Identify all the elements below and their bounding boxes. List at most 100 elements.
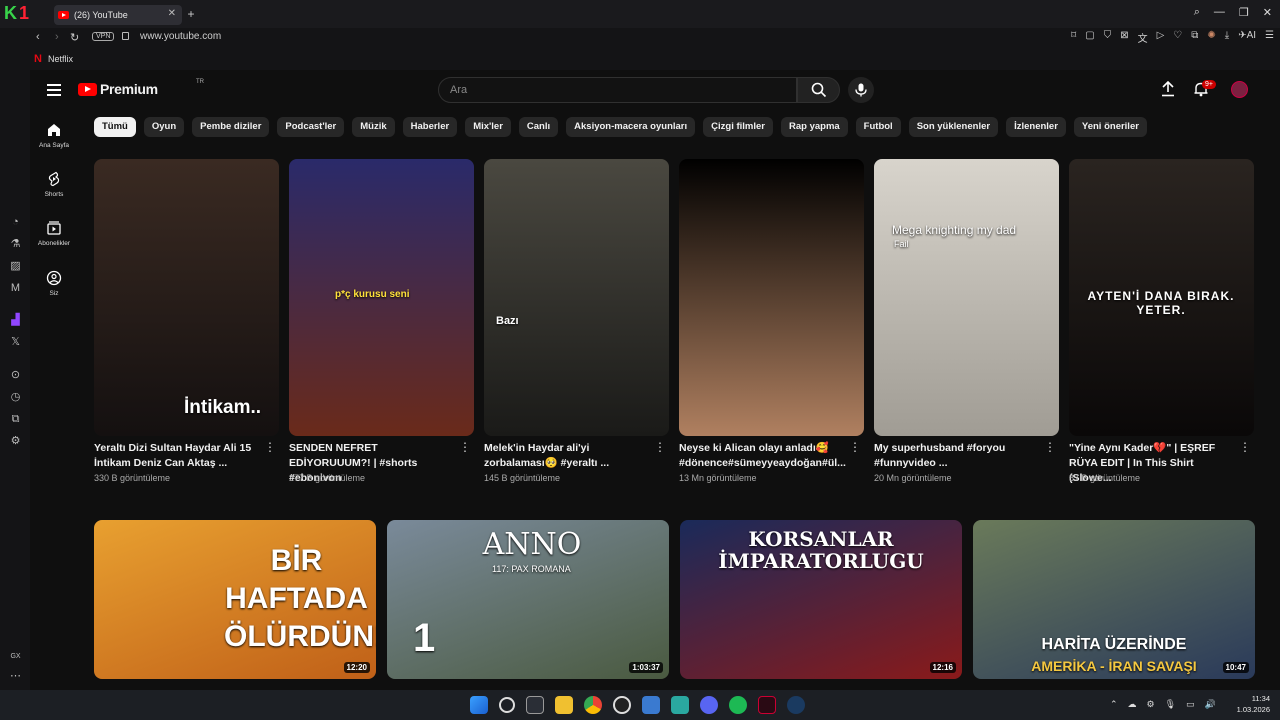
new-tab-button[interactable]: + [184,7,198,21]
back-button[interactable]: ‹ [36,31,40,43]
bookmark-netflix[interactable]: N Netflix [34,53,73,65]
video-card[interactable]: BİR HAFTADA ÖLÜRDÜN! 12:20 [94,520,376,679]
short-thumbnail[interactable]: p*ç kurusu seni [289,159,474,436]
chrome-icon[interactable] [584,696,602,714]
maximize-button[interactable]: ❐ [1239,6,1249,19]
gx-mail-icon[interactable]: M [9,282,22,295]
opera-gx-taskbar-icon[interactable] [758,696,776,714]
x-icon[interactable]: 𝕏 [9,336,22,349]
settings-icon[interactable]: ⚙ [9,435,22,448]
menu-icon[interactable] [47,84,61,96]
filter-chip[interactable]: Podcast'ler [277,117,345,137]
short-title[interactable]: Yeraltı Dizi Sultan Haydar Ali 15 İntika… [94,441,259,471]
gx-corner-icon[interactable]: ▨ [9,260,22,273]
video-thumbnail[interactable]: KORSANLAR İMPARATORLUGU 12:16 [680,520,962,679]
minimize-button[interactable]: — [1214,6,1225,19]
video-card[interactable]: HARİTA ÜZERİNDE AMERİKA - İRAN SAVAŞI 10:4… [973,520,1255,679]
more-options-icon[interactable]: ⋮ [849,441,861,453]
chevron-up-icon[interactable]: ⌃ [1110,699,1118,710]
menu-icon[interactable]: ☰ [1265,30,1274,45]
translate-icon[interactable]: 文 [1138,30,1148,45]
filter-chip[interactable]: Mix'ler [465,117,511,137]
extensions-icon[interactable]: ⧉ [1191,30,1198,45]
lock-icon[interactable] [122,32,129,40]
filter-chip[interactable]: Tümü [94,117,136,137]
avatar[interactable] [1231,81,1248,98]
search-button[interactable] [797,77,840,103]
short-thumbnail[interactable]: Bazı [484,159,669,436]
more-icon[interactable]: ⋯ [9,670,22,683]
filter-chip[interactable]: Pembe diziler [192,117,270,137]
download-icon[interactable]: ⤓ [1225,30,1229,45]
close-window-button[interactable]: ✕ [1263,6,1272,19]
browser-tab-youtube[interactable]: (26) YouTube ✕ [54,5,182,25]
short-thumbnail[interactable]: İntikam.. [94,159,279,436]
more-options-icon[interactable]: ⋮ [654,441,666,453]
photos-icon[interactable] [642,696,660,714]
video-card[interactable]: ANNO 117: PAX ROMANA 1 1:03:37 [387,520,669,679]
nav-home[interactable]: Ana Sayfa [30,122,78,149]
heart-icon[interactable]: ♡ [1173,30,1182,45]
spotify-icon[interactable] [729,696,747,714]
discord-icon[interactable] [700,696,718,714]
more-options-icon[interactable]: ⋮ [459,441,471,453]
short-thumbnail[interactable]: AYTEN'İ DANA BIRAK. YETER. [1069,159,1254,436]
short-title[interactable]: Neyse ki Alican olayı anladı🥰 #dönence#s… [679,441,846,471]
extensions-sidebar-icon[interactable]: ⧉ [9,413,22,426]
history-icon[interactable]: ◷ [9,391,22,404]
short-card[interactable]: AYTEN'İ DANA BIRAK. YETER. "Yine Aynı Kad… [1069,159,1254,484]
opera-gx-logo[interactable]: K1 [4,3,44,23]
steam-icon[interactable] [787,696,805,714]
nav-subscriptions[interactable]: Abonelikler [30,220,78,247]
more-options-icon[interactable]: ⋮ [264,441,276,453]
profile-icon[interactable]: ✺ [1207,30,1215,45]
search-tabs-icon[interactable]: ⌕ [1194,6,1200,19]
nav-shorts[interactable]: Shorts [30,171,78,198]
short-card[interactable]: Neyse ki Alican olayı anladı🥰 #dönence#s… [679,159,864,483]
obs-icon[interactable] [613,696,631,714]
file-explorer-icon[interactable] [555,696,573,714]
start-icon[interactable] [470,696,488,714]
filter-chip[interactable]: Rap yapma [780,117,848,137]
shield-icon[interactable]: ⛉ [1104,30,1112,45]
play-icon[interactable]: ▷ [1157,30,1165,45]
pin-icon[interactable]: ⌑ [1071,30,1076,45]
filter-chip[interactable]: Çizgi filmler [703,117,773,137]
clock[interactable]: 11:34 1.03.2026 [1237,693,1270,715]
filter-chip[interactable]: Canlı [518,117,559,137]
url-field[interactable]: www.youtube.com [140,31,221,42]
tab-close-icon[interactable]: ✕ [168,8,176,19]
short-title[interactable]: My superhusband #foryou #funnyvideo ... [874,441,1039,471]
mic-tray-icon[interactable]: 🎙 [1165,699,1176,710]
filter-chip[interactable]: Müzik [352,117,395,137]
close-tab-icon[interactable]: ⊠ [1120,30,1128,45]
short-thumbnail[interactable] [679,159,864,436]
reload-button[interactable]: ↻ [70,31,79,44]
search-input[interactable]: Ara [438,77,797,103]
short-card[interactable]: İntikam.. Yeraltı Dizi Sultan Haydar Ali … [94,159,279,483]
ai-icon[interactable]: ✈AI [1238,30,1256,45]
short-thumbnail[interactable]: Mega knighting my dad Fail [874,159,1059,436]
filter-chip[interactable]: Haberler [402,117,458,137]
upload-button[interactable] [1161,80,1175,97]
vpn-badge[interactable]: VPN [92,32,115,41]
short-card[interactable]: p*ç kurusu seni SENDEN NEFRET EDİYORUUUM?… [289,159,474,484]
filter-chip[interactable]: Son yüklenenler [908,117,999,137]
volume-icon[interactable]: 🔊 [1205,699,1216,710]
more-options-icon[interactable]: ⋮ [1239,441,1251,453]
short-card[interactable]: Mega knighting my dad Fail My superhusband… [874,159,1059,483]
player-icon[interactable]: ⊙ [9,369,22,382]
forward-button[interactable]: › [55,31,59,43]
voice-search-button[interactable] [848,77,874,103]
app-icon[interactable] [671,696,689,714]
gx-control-icon[interactable]: ◔ [9,216,22,229]
nav-you[interactable]: Siz [30,270,78,297]
snapshot-icon[interactable]: ▢ [1085,30,1094,45]
filter-chip[interactable]: İzlenenler [1006,117,1066,137]
video-thumbnail[interactable]: HARİTA ÜZERİNDE AMERİKA - İRAN SAVAŞI 10:4… [973,520,1255,679]
filter-chip[interactable]: Yeni öneriler [1073,117,1147,137]
search-taskbar-icon[interactable] [499,697,515,713]
more-options-icon[interactable]: ⋮ [1044,441,1056,453]
filter-chip[interactable]: Oyun [143,117,185,137]
steam-tray-icon[interactable]: ⚙ [1147,699,1155,710]
